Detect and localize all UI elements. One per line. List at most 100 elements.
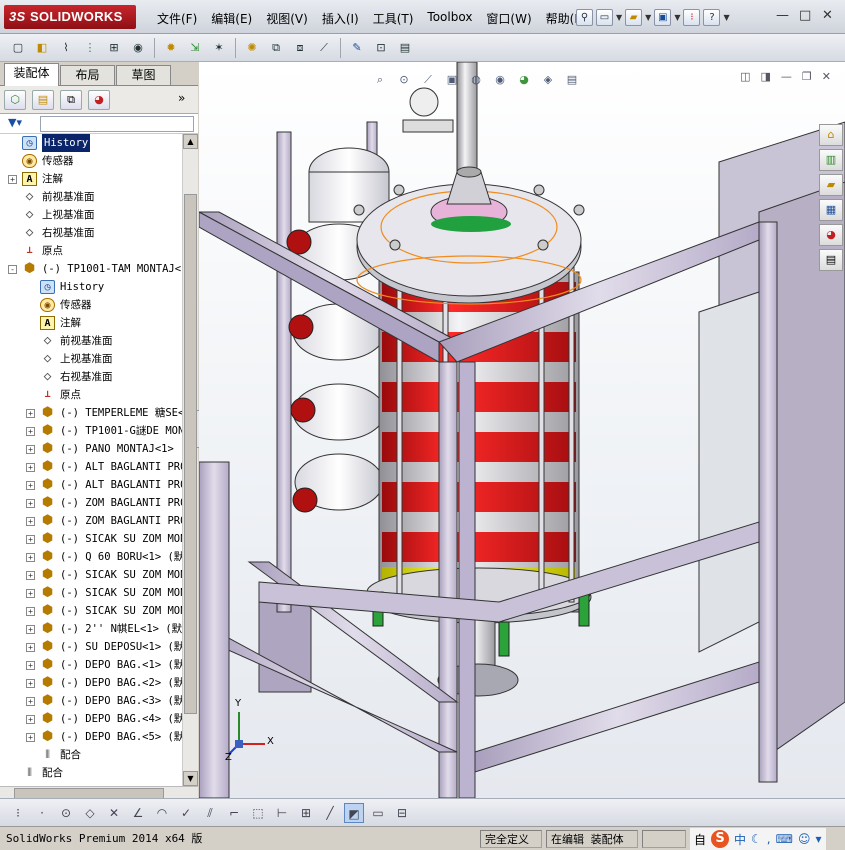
shirt-icon[interactable]: ▾: [815, 832, 821, 846]
tree-node[interactable]: + ⬢ (-) DEPO BAG.<2> (默: [0, 674, 182, 692]
rectangle-dashed-icon[interactable]: ⬚: [248, 803, 268, 823]
feature-tree-icon[interactable]: ⬡: [4, 90, 26, 110]
box-icon[interactable]: ▢: [8, 38, 28, 58]
chevron-down-icon[interactable]: ▼: [616, 13, 622, 22]
tree-node[interactable]: ◇ 右视基准面: [0, 224, 182, 242]
tile-icon[interactable]: ⊟: [392, 803, 412, 823]
expand-icon[interactable]: +: [26, 409, 35, 418]
scroll-up-arrow[interactable]: ▲: [183, 134, 198, 149]
scene-icon[interactable]: ◈: [539, 71, 557, 89]
chevron-right-icon[interactable]: »: [178, 91, 185, 105]
chevron-down-icon[interactable]: ▼: [674, 13, 680, 22]
tree-node[interactable]: ◉ 传感器: [0, 152, 182, 170]
tree-node[interactable]: + ⬢ (-) DEPO BAG.<3> (默: [0, 692, 182, 710]
smart-fastener-icon[interactable]: ✶: [209, 38, 229, 58]
expand-icon[interactable]: +: [26, 733, 35, 742]
expand-icon[interactable]: +: [8, 175, 17, 184]
tree-node[interactable]: + ⬢ (-) SICAK SU ZOM MON: [0, 566, 182, 584]
tree-node[interactable]: + ⬢ (-) SICAK SU ZOM MON: [0, 584, 182, 602]
user-icon[interactable]: ☺: [798, 832, 811, 846]
open-folder-icon[interactable]: ▰: [625, 8, 643, 26]
dimension-icon[interactable]: ⊢: [272, 803, 292, 823]
new-document-icon[interactable]: ▭: [596, 8, 613, 26]
tab-assembly[interactable]: 装配体: [4, 63, 59, 86]
arc-icon[interactable]: ◠: [152, 803, 172, 823]
zoom-area-icon[interactable]: ⊙: [395, 71, 413, 89]
hatch-icon[interactable]: ⫽: [200, 803, 220, 823]
tree-node[interactable]: ◉ 传感器: [0, 296, 182, 314]
cube-view-icon[interactable]: ◩: [344, 802, 364, 823]
help-icon[interactable]: ?: [703, 8, 721, 26]
close-button[interactable]: ✕: [822, 8, 833, 23]
config-manager-icon[interactable]: ⧉: [60, 90, 82, 110]
tree-vertical-scrollbar[interactable]: ▲ ▼: [182, 134, 198, 786]
split-view-icon[interactable]: ◨: [761, 70, 771, 83]
tab-sketch[interactable]: 草图: [116, 65, 171, 85]
sogou-ime-icon[interactable]: S: [711, 830, 730, 848]
move-component-icon[interactable]: ⇲: [185, 38, 205, 58]
expand-icon[interactable]: +: [26, 445, 35, 454]
expand-icon[interactable]: +: [26, 607, 35, 616]
tree-node[interactable]: + ⬢ (-) DEPO BAG.<4> (默: [0, 710, 182, 728]
menu-tools[interactable]: 工具(T): [366, 8, 421, 29]
tree-node[interactable]: + ⬢ (-) ZOM BAGLANTI PRO: [0, 512, 182, 530]
moon-icon[interactable]: ☾: [751, 832, 762, 846]
solidworks-logo[interactable]: 3S SOLIDWORKS: [4, 5, 136, 29]
expand-icon[interactable]: +: [26, 427, 35, 436]
appearances-icon[interactable]: ◕: [819, 224, 843, 246]
tree-node[interactable]: ◇ 上视基准面: [0, 350, 182, 368]
circle-icon[interactable]: ⊙: [56, 803, 76, 823]
window-icon[interactable]: ▭: [368, 803, 388, 823]
chevron-down-icon[interactable]: ▼: [723, 13, 729, 22]
scroll-down-arrow[interactable]: ▼: [183, 771, 198, 786]
tree-node[interactable]: ⊥ 原点: [0, 242, 182, 260]
tree-node[interactable]: + ⬢ (-) SU DEPOSU<1> (默: [0, 638, 182, 656]
split-view-icon[interactable]: ◫: [740, 70, 750, 83]
scroll-thumb[interactable]: [184, 194, 197, 714]
corner-icon[interactable]: ⌐: [224, 803, 244, 823]
tree-node[interactable]: ◇ 右视基准面: [0, 368, 182, 386]
expand-icon[interactable]: +: [26, 481, 35, 490]
tree-node[interactable]: + ⬢ (-) ZOM BAGLANTI PRO: [0, 494, 182, 512]
expand-icon[interactable]: +: [26, 661, 35, 670]
view-palette-icon[interactable]: ▦: [819, 199, 843, 221]
expand-icon[interactable]: +: [26, 517, 35, 526]
tree-node[interactable]: ⫴ 配合: [0, 764, 182, 782]
view-orientation-icon[interactable]: ▣: [443, 71, 461, 89]
line-icon[interactable]: ╱: [320, 803, 340, 823]
menu-file[interactable]: 文件(F): [150, 8, 204, 29]
filter-icon[interactable]: ▼▾: [8, 116, 22, 129]
menu-edit[interactable]: 编辑(E): [204, 8, 259, 29]
traffic-light-icon[interactable]: ⁝: [683, 8, 701, 26]
tree-node[interactable]: ◷ History: [0, 278, 182, 296]
punctuation-icon[interactable]: ,: [767, 832, 771, 846]
sketch-icon[interactable]: ⊡: [371, 38, 391, 58]
tree-node[interactable]: ⊥ 原点: [0, 386, 182, 404]
restore-button[interactable]: □: [799, 8, 811, 23]
expand-icon[interactable]: +: [26, 697, 35, 706]
insert-component-icon[interactable]: ⊞: [104, 38, 124, 58]
menu-toolbox[interactable]: Toolbox: [420, 8, 479, 29]
property-manager-icon[interactable]: ▤: [32, 90, 54, 110]
angle-icon[interactable]: ∠: [128, 803, 148, 823]
viewport-close-button[interactable]: ✕: [822, 70, 831, 83]
tree-node[interactable]: ⫴ 配合: [0, 746, 182, 764]
grid-icon[interactable]: ⊞: [296, 803, 316, 823]
tree-node[interactable]: A 注解: [0, 314, 182, 332]
save-icon[interactable]: ▣: [654, 8, 672, 26]
chevron-down-icon[interactable]: ▼: [645, 13, 651, 22]
view-settings-icon[interactable]: ▤: [563, 71, 581, 89]
expand-icon[interactable]: +: [26, 463, 35, 472]
tree-node[interactable]: + ⬢ (-) Q 60 BORU<1> (默: [0, 548, 182, 566]
interference-icon[interactable]: ⧈: [290, 38, 310, 58]
paperclip-icon[interactable]: ⌇: [56, 38, 76, 58]
menu-window[interactable]: 窗口(W): [479, 8, 538, 29]
expand-icon[interactable]: +: [26, 535, 35, 544]
filter-input[interactable]: [40, 116, 194, 132]
expand-icon[interactable]: +: [26, 571, 35, 580]
tree-node[interactable]: + ⬢ (-) SICAK SU ZOM MON: [0, 602, 182, 620]
table-icon[interactable]: ▤: [395, 38, 415, 58]
expand-icon[interactable]: +: [26, 625, 35, 634]
assembly-tree-icon[interactable]: ⋮: [80, 38, 100, 58]
expand-icon[interactable]: +: [26, 679, 35, 688]
